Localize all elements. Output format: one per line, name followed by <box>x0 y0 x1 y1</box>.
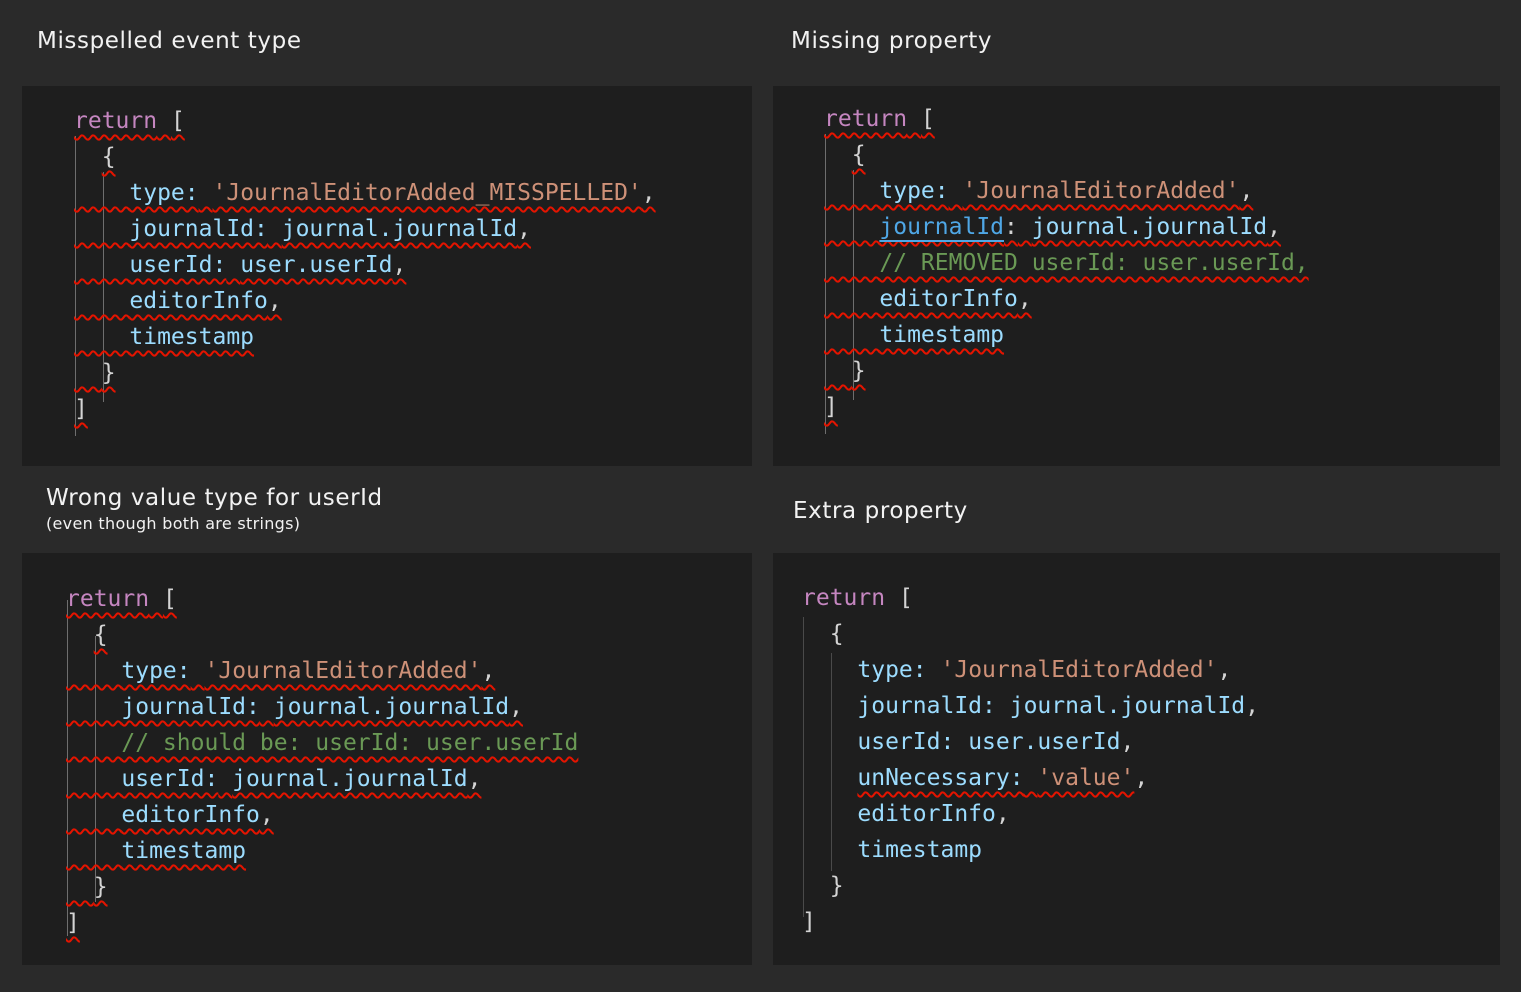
code-panel-extra: return [ { type: 'JournalEditorAdded', j… <box>773 553 1500 965</box>
journalid-link[interactable]: journalId <box>879 214 1004 240</box>
type-key: type: <box>129 180 199 206</box>
extra-property-key: unNecessary: <box>857 765 1024 791</box>
code-panel-missing: return [ { type: 'JournalEditorAdded', j… <box>773 86 1500 466</box>
panel-1-title: Misspelled event type <box>37 28 302 54</box>
code-block[interactable]: return [ { type: 'JournalEditorAdded_MIS… <box>74 103 656 427</box>
panel-2-title: Missing property <box>791 28 993 54</box>
should-be-comment: // should be: userId: user.userId <box>121 730 579 756</box>
code-block[interactable]: return [ { type: 'JournalEditorAdded', j… <box>66 581 578 941</box>
extra-property-value: 'value' <box>1037 765 1135 791</box>
code-block[interactable]: return [ { type: 'JournalEditorAdded', j… <box>824 101 1309 425</box>
code-block[interactable]: return [ { type: 'JournalEditorAdded', j… <box>802 580 1259 940</box>
panel-3-title: Wrong value type for userId <box>46 485 383 511</box>
type-value: 'JournalEditorAdded_MISSPELLED' <box>212 180 642 206</box>
code-panel-wrong-type: return [ { type: 'JournalEditorAdded', j… <box>22 553 752 965</box>
return-keyword: return <box>74 108 158 134</box>
panel-4-title: Extra property <box>793 498 968 524</box>
panel-3-subtitle: (even though both are strings) <box>46 514 301 533</box>
removed-comment: // REMOVED userId: user.userId, <box>879 250 1309 276</box>
code-panel-misspelled: return [ { type: 'JournalEditorAdded_MIS… <box>22 86 752 466</box>
